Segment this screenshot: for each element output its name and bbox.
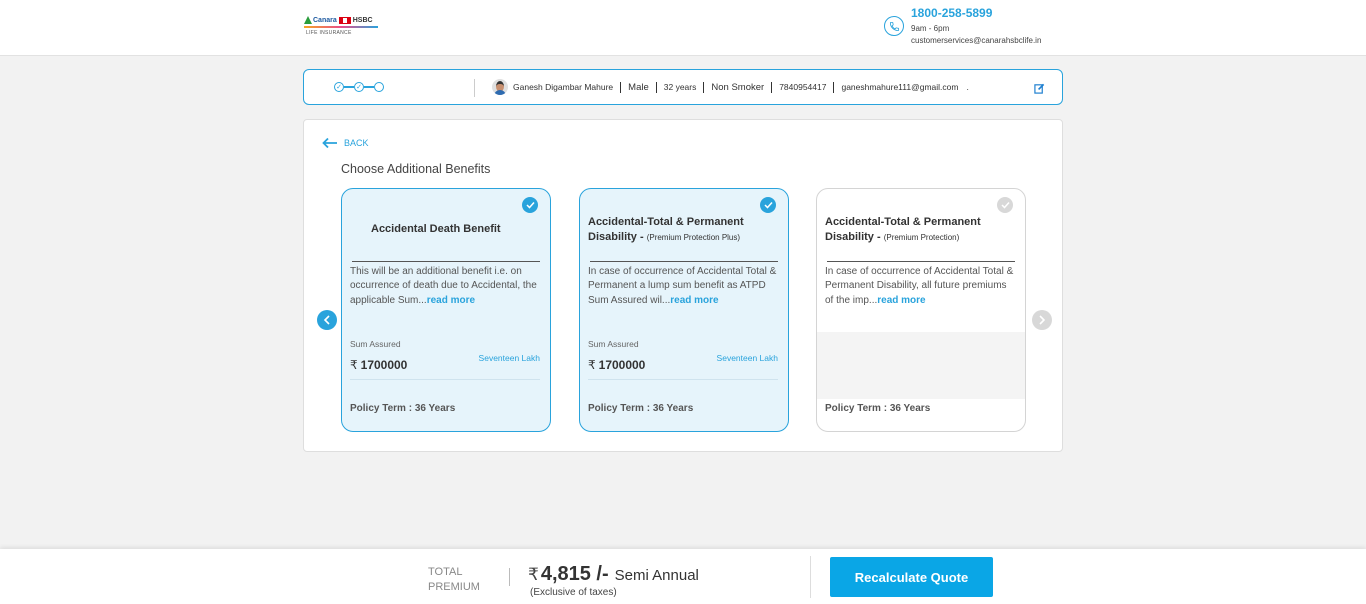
selected-check-icon[interactable] xyxy=(760,197,776,213)
sum-assured-words: Seventeen Lakh xyxy=(478,353,540,363)
canara-hsbc-logo[interactable]: Canara HSBC LIFE INSURANCE xyxy=(304,16,378,42)
support-hours: 9am - 6pm xyxy=(911,24,950,33)
benefit-description: In case of occurrence of Accidental Tota… xyxy=(588,266,777,306)
edit-icon[interactable] xyxy=(1034,81,1045,94)
read-more-link[interactable]: read more xyxy=(877,295,925,306)
policy-term: Policy Term : 36 Years xyxy=(588,403,694,414)
policy-term: Policy Term : 36 Years xyxy=(825,403,931,414)
avatar-icon xyxy=(492,79,508,95)
step-connector xyxy=(344,86,354,88)
premium-frequency: Semi Annual xyxy=(614,567,699,584)
sum-assured-label: Sum Assured xyxy=(588,339,639,349)
back-button[interactable]: BACK xyxy=(322,137,369,149)
logo-underline xyxy=(304,26,378,28)
benefit-description: This will be an additional benefit i.e. … xyxy=(350,266,537,306)
additional-benefits-panel: BACK Choose Additional Benefits Accident… xyxy=(303,119,1063,452)
carousel-next-button[interactable] xyxy=(1032,310,1052,330)
hsbc-hexagon-icon xyxy=(338,16,351,24)
customer-name: Ganesh Digambar Mahure xyxy=(513,82,614,92)
sum-assured-input[interactable]: ₹1700000 xyxy=(588,358,645,372)
customer-smoker-status: Non Smoker xyxy=(711,81,765,93)
customer-gender: Male xyxy=(628,81,649,93)
step-3-current-icon xyxy=(374,82,384,92)
logo-subtitle: LIFE INSURANCE xyxy=(306,30,352,36)
rupee-icon: ₹ xyxy=(350,358,358,372)
benefit-title: Accidental-Total & Permanent Disability … xyxy=(825,216,981,243)
customer-email: ganeshmahure111@gmail.com xyxy=(841,82,959,92)
recalculate-quote-button[interactable]: Recalculate Quote xyxy=(830,557,993,597)
top-header: Canara HSBC LIFE INSURANCE 1800-258-5899… xyxy=(0,0,1366,56)
chevron-right-icon xyxy=(1039,315,1046,325)
customer-info-bar: ✓ ✓ Ganesh Digambar Mahure Male 32 years… xyxy=(303,69,1063,105)
back-arrow-icon xyxy=(322,137,337,149)
step-connector xyxy=(364,86,374,88)
phone-icon xyxy=(884,16,904,36)
benefit-card-atpd-plus[interactable]: Accidental-Total & Permanent Disability … xyxy=(579,188,789,432)
benefit-title: Accidental Death Benefit xyxy=(371,223,501,235)
rupee-icon: ₹ xyxy=(528,565,539,584)
premium-footer: TOTAL PREMIUM ₹ 4,815 /- Semi Annual (Ex… xyxy=(0,549,1366,604)
benefit-card-atpd[interactable]: Accidental-Total & Permanent Disability … xyxy=(816,188,1026,432)
trailing-dot: . xyxy=(966,82,969,92)
selected-check-icon[interactable] xyxy=(522,197,538,213)
logo-hsbc-text: HSBC xyxy=(352,16,373,24)
user-details: Ganesh Digambar Mahure Male 32 years Non… xyxy=(492,79,969,95)
carousel-prev-button[interactable] xyxy=(317,310,337,330)
divider xyxy=(474,79,475,97)
sum-assured-words: Seventeen Lakh xyxy=(716,353,778,363)
logo-canara-text: Canara xyxy=(313,16,337,24)
sum-assured-label: Sum Assured xyxy=(350,339,401,349)
premium-value: 4,815 /- xyxy=(540,563,609,585)
progress-steps: ✓ ✓ xyxy=(334,82,384,92)
customer-mobile: 7840954417 xyxy=(779,82,827,92)
customer-age: 32 years xyxy=(663,82,697,92)
benefit-card-accidental-death[interactable]: Accidental Death Benefit This will be an… xyxy=(341,188,551,432)
sum-assured-input[interactable]: ₹1700000 xyxy=(350,358,407,372)
logo-mark-icon xyxy=(304,16,312,24)
premium-amount: ₹ 4,815 /- Semi Annual xyxy=(528,563,699,586)
tax-note: (Exclusive of taxes) xyxy=(530,587,617,598)
policy-term: Policy Term : 36 Years xyxy=(350,403,456,414)
benefit-description: In case of occurrence of Accidental Tota… xyxy=(825,266,1014,306)
back-label: BACK xyxy=(344,138,369,148)
chevron-left-icon xyxy=(323,315,330,325)
unselected-check-icon[interactable] xyxy=(997,197,1013,213)
step-1-check-icon: ✓ xyxy=(334,82,344,92)
rupee-icon: ₹ xyxy=(588,358,596,372)
read-more-link[interactable]: read more xyxy=(670,295,718,306)
support-phone-link[interactable]: 1800-258-5899 xyxy=(911,6,992,20)
benefit-title: Accidental-Total & Permanent Disability … xyxy=(588,216,744,243)
total-premium-label: TOTAL PREMIUM xyxy=(428,566,480,593)
read-more-link[interactable]: read more xyxy=(427,295,475,306)
step-2-check-icon: ✓ xyxy=(354,82,364,92)
section-title: Choose Additional Benefits xyxy=(341,162,491,176)
support-email-link[interactable]: customerservices@canarahsbclife.in xyxy=(911,36,1041,45)
